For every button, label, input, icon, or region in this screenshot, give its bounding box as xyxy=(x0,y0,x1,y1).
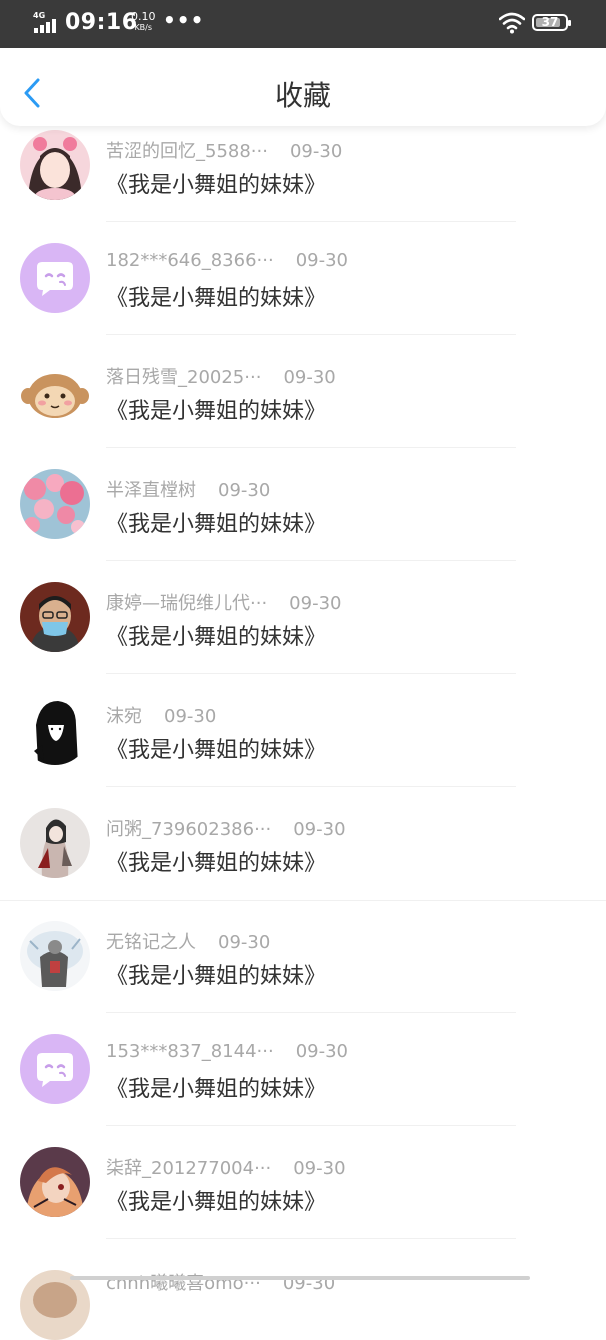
list-item[interactable]: 康婷—瑞倪维儿代··· 09-30 《我是小舞姐的妹妹》 xyxy=(0,452,606,674)
list-item[interactable]: 落日残雪_20025··· 09-30 《我是小舞姐的妹妹》 xyxy=(0,226,606,448)
list-item[interactable]: 沫宛 09-30 《我是小舞姐的妹妹》 xyxy=(0,565,606,787)
list-item[interactable]: 182***646_8366··· 09-30 《我是小舞姐的妹妹》 xyxy=(0,113,606,335)
list-item[interactable]: 问粥_739602386··· 09-30 《我是小舞姐的妹妹》 xyxy=(0,678,606,901)
list-item[interactable]: 153***837_8144··· 09-30 《我是小舞姐的妹妹》 xyxy=(0,904,606,1126)
partial-avatar[interactable] xyxy=(20,1270,90,1340)
item-meta: cnnh曦曦喜omo··· 09-30 xyxy=(106,1269,335,1295)
page-title: 收藏 xyxy=(274,79,331,112)
list-item[interactable]: 半泽直樘树 09-30 《我是小舞姐的妹妹》 xyxy=(0,339,606,561)
scroll-indicator xyxy=(70,1276,530,1280)
list-item[interactable]: 柒辞_201277004··· 09-30 《我是小舞姐的妹妹》 xyxy=(0,1017,606,1239)
nav-header: 收藏 xyxy=(0,48,606,126)
list-item[interactable]: 无铭记之人 09-30 《我是小舞姐的妹妹》 xyxy=(0,791,606,1013)
list-item[interactable]: cnnh曦曦喜omo··· 09-30 xyxy=(0,1130,606,1340)
